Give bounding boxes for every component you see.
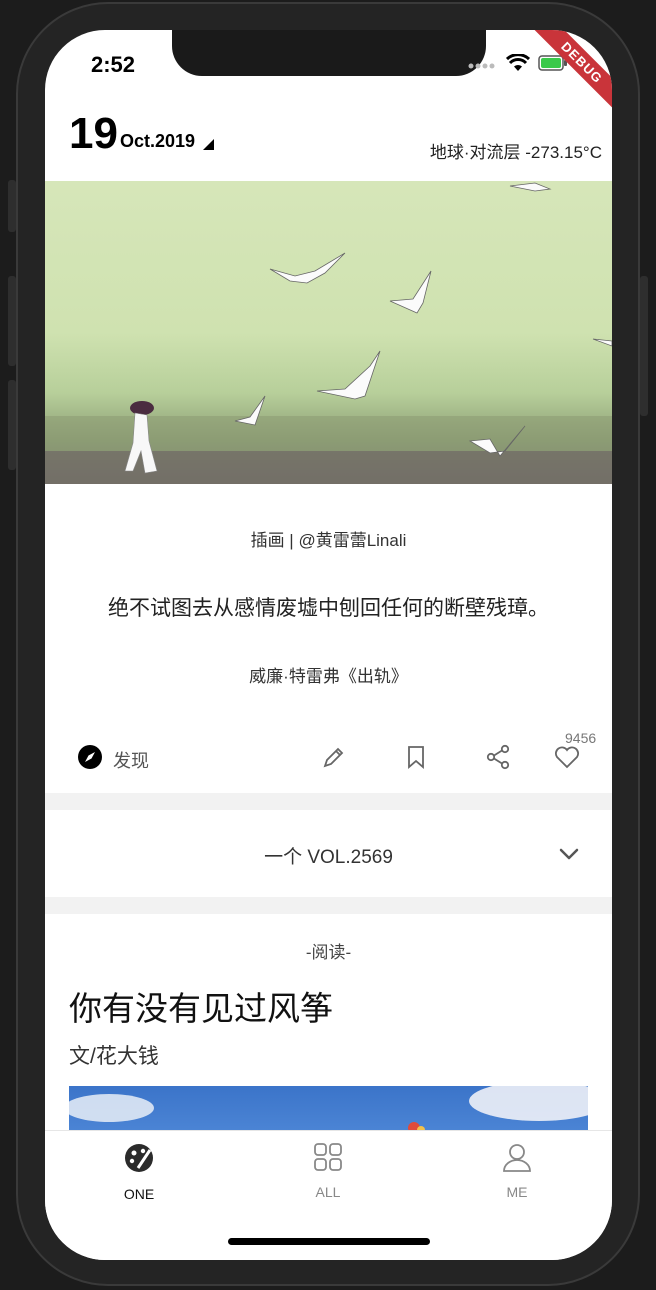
volume-up-button: [8, 276, 16, 366]
wifi-icon: [505, 53, 531, 77]
volume-down-button: [8, 380, 16, 470]
cover-illustration[interactable]: [45, 181, 612, 484]
signal-icon: [468, 57, 498, 75]
date-header[interactable]: 19 Oct.2019: [69, 109, 215, 158]
article-author: 文/花大钱: [69, 1045, 159, 1068]
like-button[interactable]: [553, 744, 581, 775]
power-button: [640, 276, 648, 416]
daily-quote: 绝不试图去从感情废墟中刨回任何的断壁残璋。: [108, 597, 549, 620]
pen-icon: [321, 744, 347, 775]
tab-one[interactable]: ONE: [79, 1141, 199, 1202]
date-month-year: Oct.2019: [119, 131, 196, 151]
mute-switch: [8, 180, 16, 232]
palette-icon: [122, 1141, 156, 1180]
article-cover-image[interactable]: [69, 1086, 588, 1136]
date-day: 19: [69, 109, 118, 158]
tab-me[interactable]: ME: [457, 1141, 577, 1200]
edit-button[interactable]: [321, 744, 347, 775]
heart-icon: [553, 744, 581, 775]
discover-label: 发现: [113, 750, 149, 771]
quote-source: 威廉·特雷弗《出轨》: [249, 667, 408, 686]
grid-icon: [312, 1141, 344, 1178]
tab-me-label: ME: [506, 1184, 528, 1200]
action-bar: 发现: [45, 730, 612, 790]
share-button[interactable]: [485, 744, 511, 775]
date-dropdown-icon[interactable]: [203, 139, 215, 150]
status-time: 2:52: [91, 52, 136, 77]
chevron-down-icon[interactable]: [557, 842, 581, 871]
person-icon: [501, 1141, 533, 1178]
discover-button[interactable]: 发现: [77, 744, 149, 775]
volume-row[interactable]: 一个 VOL.2569: [45, 810, 612, 897]
bookmark-icon: [405, 744, 427, 775]
app-screen: 2:52 DEBUG 19 Oct.2019 地球·对流层 -273.15°C: [45, 30, 612, 1260]
tab-all-label: ALL: [315, 1184, 341, 1200]
like-count: 9456: [565, 730, 597, 746]
article-category: -阅读-: [305, 943, 352, 962]
section-divider: [45, 793, 612, 810]
status-icons: [468, 53, 568, 77]
article-title[interactable]: 你有没有见过风筝: [69, 982, 333, 1030]
notch: [172, 30, 486, 76]
bookmark-button[interactable]: [405, 744, 427, 775]
compass-icon: [77, 744, 103, 775]
tab-one-label: ONE: [123, 1186, 155, 1202]
share-icon: [485, 744, 511, 775]
illustration-caption: 插画 | @黄雷蕾Linali: [250, 531, 407, 550]
tab-all[interactable]: ALL: [268, 1141, 388, 1200]
volume-label: 一个 VOL.2569: [264, 847, 393, 868]
home-indicator[interactable]: [228, 1238, 430, 1245]
weather-text: 地球·对流层 -273.15°C: [429, 143, 602, 162]
section-divider: [45, 897, 612, 914]
